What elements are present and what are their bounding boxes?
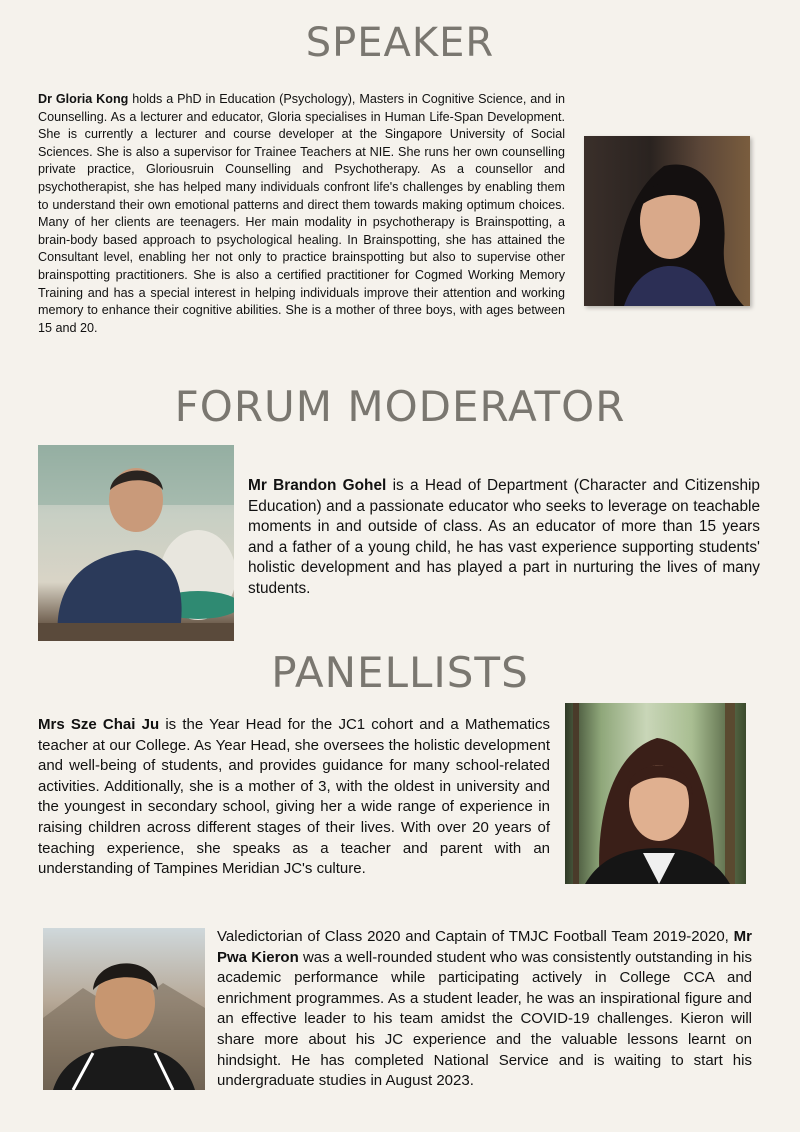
- speaker-name: Dr Gloria Kong: [38, 92, 129, 106]
- moderator-bio-text: is a Head of Department (Character and C…: [248, 477, 760, 597]
- moderator-name: Mr Brandon Gohel: [248, 477, 387, 494]
- panellist-sze-bio-text: is the Year Head for the JC1 cohort and …: [38, 716, 550, 878]
- speaker-bio: Dr Gloria Kong holds a PhD in Education …: [38, 91, 565, 337]
- moderator-photo: [38, 445, 234, 641]
- panellist-pwa-bio-text: was a well-rounded student who was consi…: [217, 948, 753, 1090]
- speaker-heading: SPEAKER: [305, 20, 495, 66]
- panellist-pwa-bio: Valedictorian of Class 2020 and Captain …: [217, 927, 752, 1092]
- panellist-pwa-photo: [43, 928, 205, 1090]
- panellist-sze-name: Mrs Sze Chai Ju: [38, 716, 160, 733]
- panellist-sze-bio: Mrs Sze Chai Ju is the Year Head for the…: [38, 715, 550, 880]
- moderator-bio: Mr Brandon Gohel is a Head of Department…: [248, 476, 760, 600]
- speaker-photo: [584, 136, 750, 306]
- speaker-bio-text: holds a PhD in Education (Psychology), M…: [38, 92, 565, 335]
- panellists-heading: PANELLISTS: [271, 648, 529, 697]
- panellist-sze-photo: [565, 703, 746, 884]
- moderator-heading: FORUM MODERATOR: [174, 382, 626, 431]
- panellist-pwa-intro: Valedictorian of Class 2020 and Captain …: [217, 928, 734, 945]
